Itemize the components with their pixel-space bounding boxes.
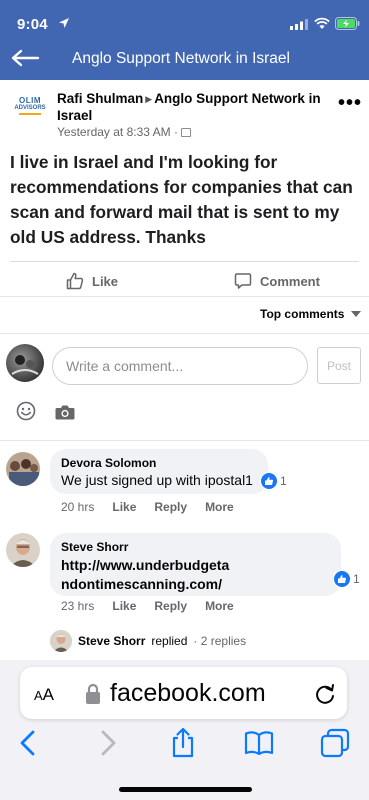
browser-back-icon[interactable] [14,728,44,758]
author-name[interactable]: Rafi Shulman [57,91,143,106]
reply-action: replied [151,634,188,648]
battery-charging-icon [335,17,360,30]
comment-meta: 23 hrs Like Reply More [61,599,234,613]
like-reaction-icon [261,473,277,489]
comment-time: 23 hrs [61,599,95,613]
comment-like-link[interactable]: Like [112,599,136,613]
like-label: Like [92,273,119,289]
comment-more-link[interactable]: More [205,500,234,514]
commenter-name[interactable]: Devora Solomon [61,456,156,470]
comment-label: Comment [260,273,320,289]
comment-link[interactable]: http://www.underbudgeta ndontimescanning… [61,556,229,594]
location-arrow-icon [59,18,69,28]
triangle-right-icon: ▶ [145,94,153,104]
divider [0,440,369,441]
commenter-name[interactable]: Steve Shorr [61,540,128,554]
wifi-icon [314,17,330,29]
divider [0,296,369,297]
cellular-signal-icon [290,19,308,30]
like-button[interactable]: Like [66,271,118,291]
camera-icon[interactable] [55,404,75,420]
group-avatar-logo[interactable]: OLIM ADVISORS [12,96,48,122]
browser-forward-icon[interactable] [92,728,122,758]
audience-icon [180,128,191,137]
comment-sort-dropdown[interactable]: Top comments [260,307,362,321]
divider [0,333,369,334]
comment-input[interactable] [52,347,308,385]
bookmarks-icon[interactable] [244,728,274,758]
home-indicator[interactable] [119,787,252,792]
comment-reply-link[interactable]: Reply [154,599,187,613]
commenter-avatar[interactable] [6,452,40,486]
divider [10,261,359,262]
comment-time: 20 hrs [61,500,95,514]
reply-avatar [50,630,72,652]
comment-icon [234,273,252,289]
sort-label: Top comments [260,307,345,321]
share-icon[interactable] [168,728,198,758]
view-replies-link[interactable]: Steve Shorr replied · 2 replies [50,630,246,652]
lock-icon [86,683,100,704]
page-title: Anglo Support Network in Israel [72,50,290,67]
comment-more-link[interactable]: More [205,599,234,613]
comment-like-link[interactable]: Like [112,500,136,514]
back-arrow-icon[interactable] [10,47,40,69]
comment-button[interactable]: Comment [234,271,320,291]
post-author-line: Rafi Shulman ▶ Anglo Support Network in Is… [57,91,327,124]
reply-count: · 2 replies [193,634,247,648]
emoji-icon[interactable] [16,401,36,421]
logo-line1: OLIM [19,96,41,105]
comment-meta: 20 hrs Like Reply More [61,500,234,514]
reaction-count[interactable]: 1 [260,472,290,490]
like-reaction-icon [334,571,350,587]
caret-down-icon [351,311,362,317]
logo-line2: ADVISORS [14,105,46,111]
reaction-count[interactable]: 1 [333,570,363,588]
thumbs-up-icon [66,272,84,290]
comment-reply-link[interactable]: Reply [154,500,187,514]
comment-text: We just signed up with ipostal1 [61,472,253,488]
url-text[interactable]: facebook.com [110,679,266,708]
reload-icon[interactable] [314,682,336,706]
commenter-avatar[interactable] [6,533,40,567]
reply-author: Steve Shorr [78,634,146,648]
tabs-icon[interactable] [320,728,350,758]
top-bar: 9:04 Anglo Support Network in Israel [0,0,369,80]
status-time: 9:04 [17,16,48,33]
post-timestamp[interactable]: Yesterday at 8:33 AM · [57,125,191,139]
post-body: I live in Israel and I'm looking for rec… [10,152,353,247]
my-avatar[interactable] [6,344,44,382]
more-options-icon[interactable]: ••• [338,92,362,115]
post-button[interactable]: Post [317,347,361,384]
status-bar: 9:04 [0,0,369,44]
reader-settings-button[interactable]: AA [34,685,54,705]
